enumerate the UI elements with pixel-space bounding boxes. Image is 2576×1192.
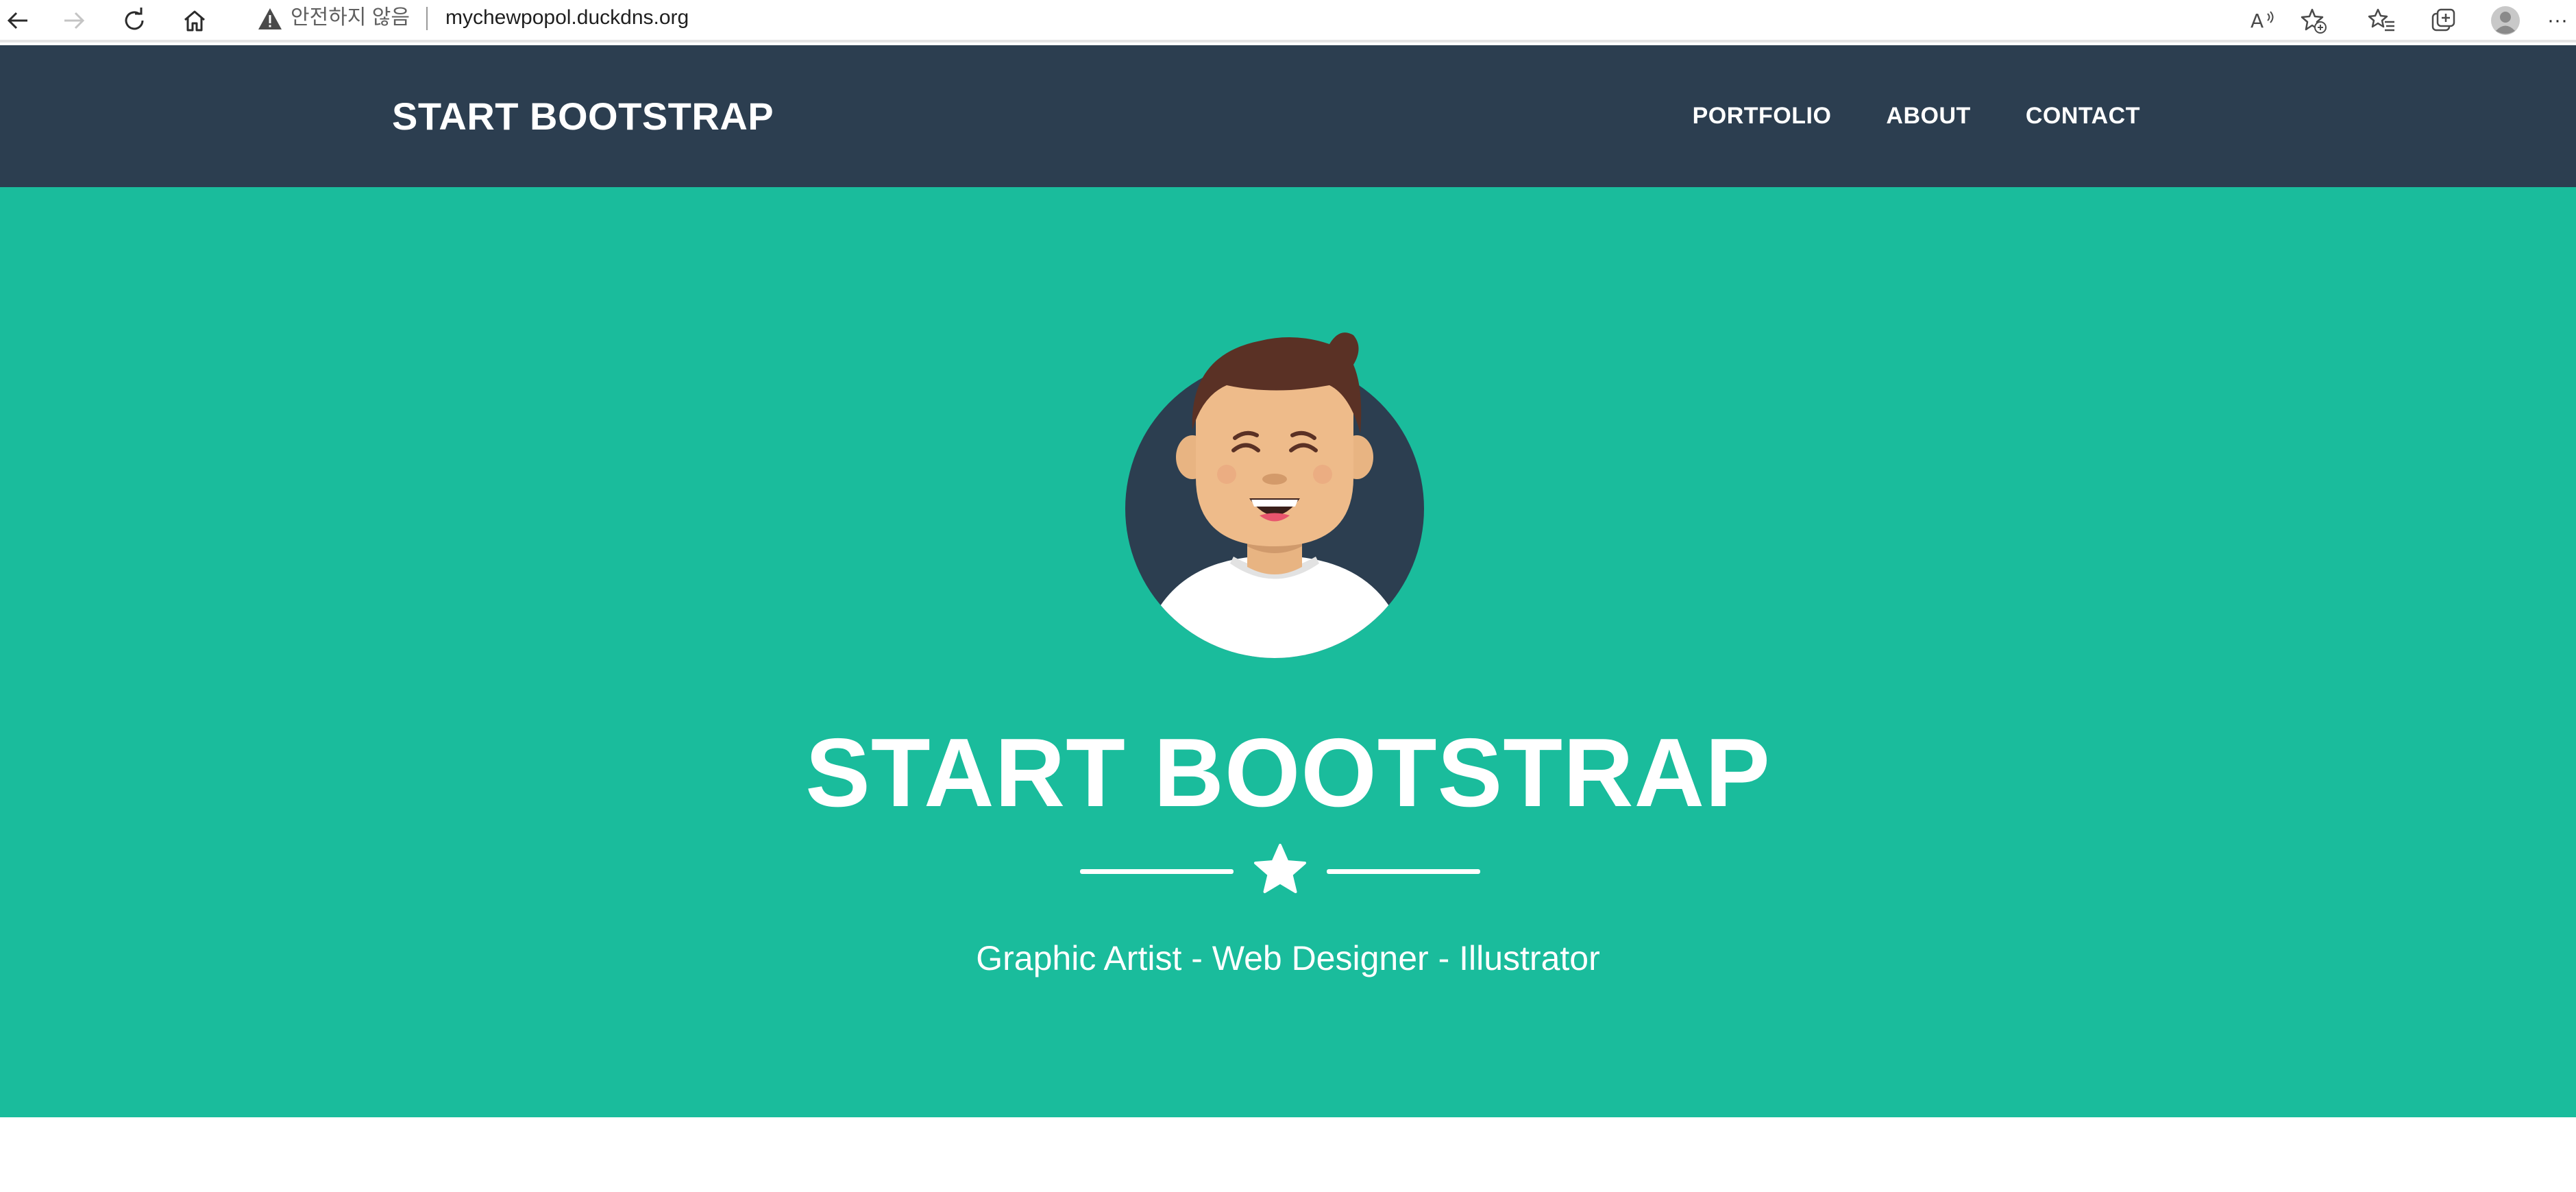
more-icon: ··· — [2547, 9, 2568, 32]
profile-button[interactable] — [2488, 3, 2523, 38]
add-favorite-icon — [2301, 8, 2327, 34]
refresh-button[interactable] — [116, 3, 152, 38]
collections-icon — [2431, 8, 2455, 32]
nav-links: PORTFOLIO ABOUT CONTACT — [1693, 45, 2140, 187]
add-favorite-button[interactable] — [2296, 3, 2331, 38]
more-button[interactable]: ··· — [2540, 3, 2575, 38]
read-aloud-icon: A — [2250, 10, 2274, 32]
browser-toolbar: 안전하지 않음 mychewpopol.duckdns.org A ··· — [0, 0, 2576, 42]
masthead-subheading: Graphic Artist - Web Designer - Illustra… — [976, 939, 1600, 977]
profile-icon — [2491, 6, 2520, 35]
favorites-button[interactable] — [2364, 3, 2400, 38]
forward-icon — [64, 12, 85, 29]
refresh-icon — [125, 8, 144, 30]
svg-text:A: A — [2250, 10, 2264, 32]
security-status[interactable]: 안전하지 않음 — [291, 4, 410, 32]
masthead-heading: START BOOTSTRAP — [805, 718, 1771, 827]
site-navbar: START BOOTSTRAP PORTFOLIO ABOUT CONTACT — [0, 45, 2576, 187]
forward-button[interactable] — [56, 3, 92, 38]
navbar-brand[interactable]: START BOOTSTRAP — [392, 45, 774, 187]
address-bar-url[interactable]: mychewpopol.duckdns.org — [445, 4, 689, 32]
avatar-illustration — [1125, 332, 1424, 658]
address-separator — [426, 7, 428, 30]
home-button[interactable] — [177, 3, 212, 38]
nav-link-portfolio[interactable]: PORTFOLIO — [1693, 103, 1832, 130]
home-icon — [184, 10, 205, 32]
nav-link-about[interactable]: ABOUT — [1886, 103, 1970, 130]
masthead: START BOOTSTRAP Graphic Artist - Web Des… — [0, 187, 2576, 1117]
collections-button[interactable] — [2426, 3, 2462, 38]
star-divider — [1080, 842, 1480, 900]
favorites-icon — [2368, 8, 2394, 32]
star-icon — [1254, 844, 1306, 893]
divider-line-right — [1327, 869, 1480, 874]
warning-icon[interactable] — [256, 5, 284, 33]
divider-line-left — [1080, 869, 1234, 874]
back-icon — [7, 12, 27, 29]
read-aloud-button[interactable]: A — [2245, 3, 2281, 38]
page-content-below — [0, 1117, 2576, 1192]
nav-link-contact[interactable]: CONTACT — [2026, 103, 2140, 130]
back-button[interactable] — [0, 3, 36, 38]
